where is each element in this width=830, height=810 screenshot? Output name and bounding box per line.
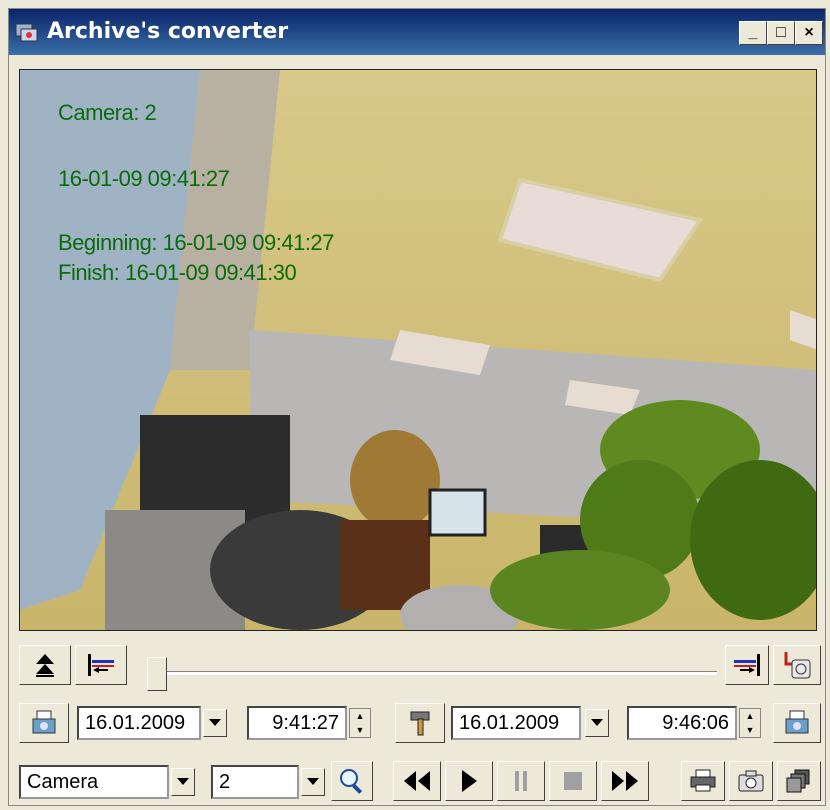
rewind-icon [404,771,430,791]
archive-converter-window: Archive's converter _ □ × Camera: 2 16-0… [8,8,826,806]
calendar-icon [785,710,809,734]
chevron-down-icon [209,719,221,726]
start-calendar-button[interactable] [19,703,69,743]
beginning-timestamp: Beginning: 16-01-09 09:41:27 [58,230,334,255]
current-timestamp: 16-01-09 09:41:27 [58,166,230,191]
stop-icon [564,772,582,790]
end-time-spinner[interactable]: ▲ ▼ [739,708,761,738]
finish-timestamp: Finish: 16-01-09 09:41:30 [58,260,297,285]
print-button[interactable] [681,761,725,801]
stop-button[interactable] [549,761,597,801]
camera-image [20,70,816,630]
fast-forward-button[interactable] [601,761,649,801]
end-date-field[interactable]: 16.01.2009 [451,706,581,740]
play-icon [462,770,477,792]
print-icon [690,769,716,792]
source-type-select[interactable]: Camera [19,765,169,799]
play-button[interactable] [445,761,493,801]
settings-button[interactable] [395,703,445,743]
source-type-dropdown[interactable] [171,768,195,796]
end-time-field[interactable]: 9:46:06 [627,706,737,740]
close-button[interactable]: × [795,21,823,45]
maximize-button[interactable]: □ [767,21,795,45]
calendar-icon [32,710,56,734]
camera-number-select[interactable]: 2 [211,765,299,799]
minimize-button[interactable]: _ [739,21,767,45]
chevron-down-icon [177,778,189,785]
search-button[interactable] [331,761,373,801]
search-icon [340,769,363,794]
snapshot-icon [738,770,764,792]
export-disk-button[interactable] [773,645,821,685]
start-time-field[interactable]: 9:41:27 [247,706,347,740]
copy-windows-button[interactable] [777,761,821,801]
camera-label: Camera: 2 [58,100,157,125]
fast-forward-icon [612,771,638,791]
app-icon [15,23,38,42]
pause-button[interactable] [497,761,545,801]
spin-down-icon[interactable]: ▼ [350,723,370,737]
spin-up-icon[interactable]: ▲ [740,709,760,723]
end-date-dropdown[interactable] [585,709,609,737]
pause-icon [515,771,527,791]
end-calendar-button[interactable] [773,703,821,743]
snapshot-button[interactable] [729,761,773,801]
rewind-button[interactable] [393,761,441,801]
video-frame: Camera: 2 16-01-09 09:41:27 Beginning: 1… [19,69,817,631]
timeline-slider-thumb[interactable] [147,657,167,691]
go-to-end-icon [734,654,760,676]
eject-button[interactable] [19,645,71,685]
chevron-down-icon [591,719,603,726]
start-time-spinner[interactable]: ▲ ▼ [349,708,371,738]
go-to-start-icon [88,654,114,676]
start-date-field[interactable]: 16.01.2009 [77,706,201,740]
title-bar[interactable]: Archive's converter _ □ × [9,9,825,55]
copy-windows-icon [786,769,810,793]
window-title: Archive's converter [47,19,289,44]
timeline-slider-track[interactable] [157,671,717,675]
eject-icon [36,654,54,677]
camera-number-dropdown[interactable] [301,768,325,796]
settings-hammer-icon [410,711,430,736]
spin-up-icon[interactable]: ▲ [350,709,370,723]
spin-down-icon[interactable]: ▼ [740,723,760,737]
go-to-end-button[interactable] [725,645,769,685]
start-date-dropdown[interactable] [203,709,227,737]
export-disk-icon [784,652,811,679]
go-to-start-button[interactable] [75,645,127,685]
chevron-down-icon [307,778,319,785]
